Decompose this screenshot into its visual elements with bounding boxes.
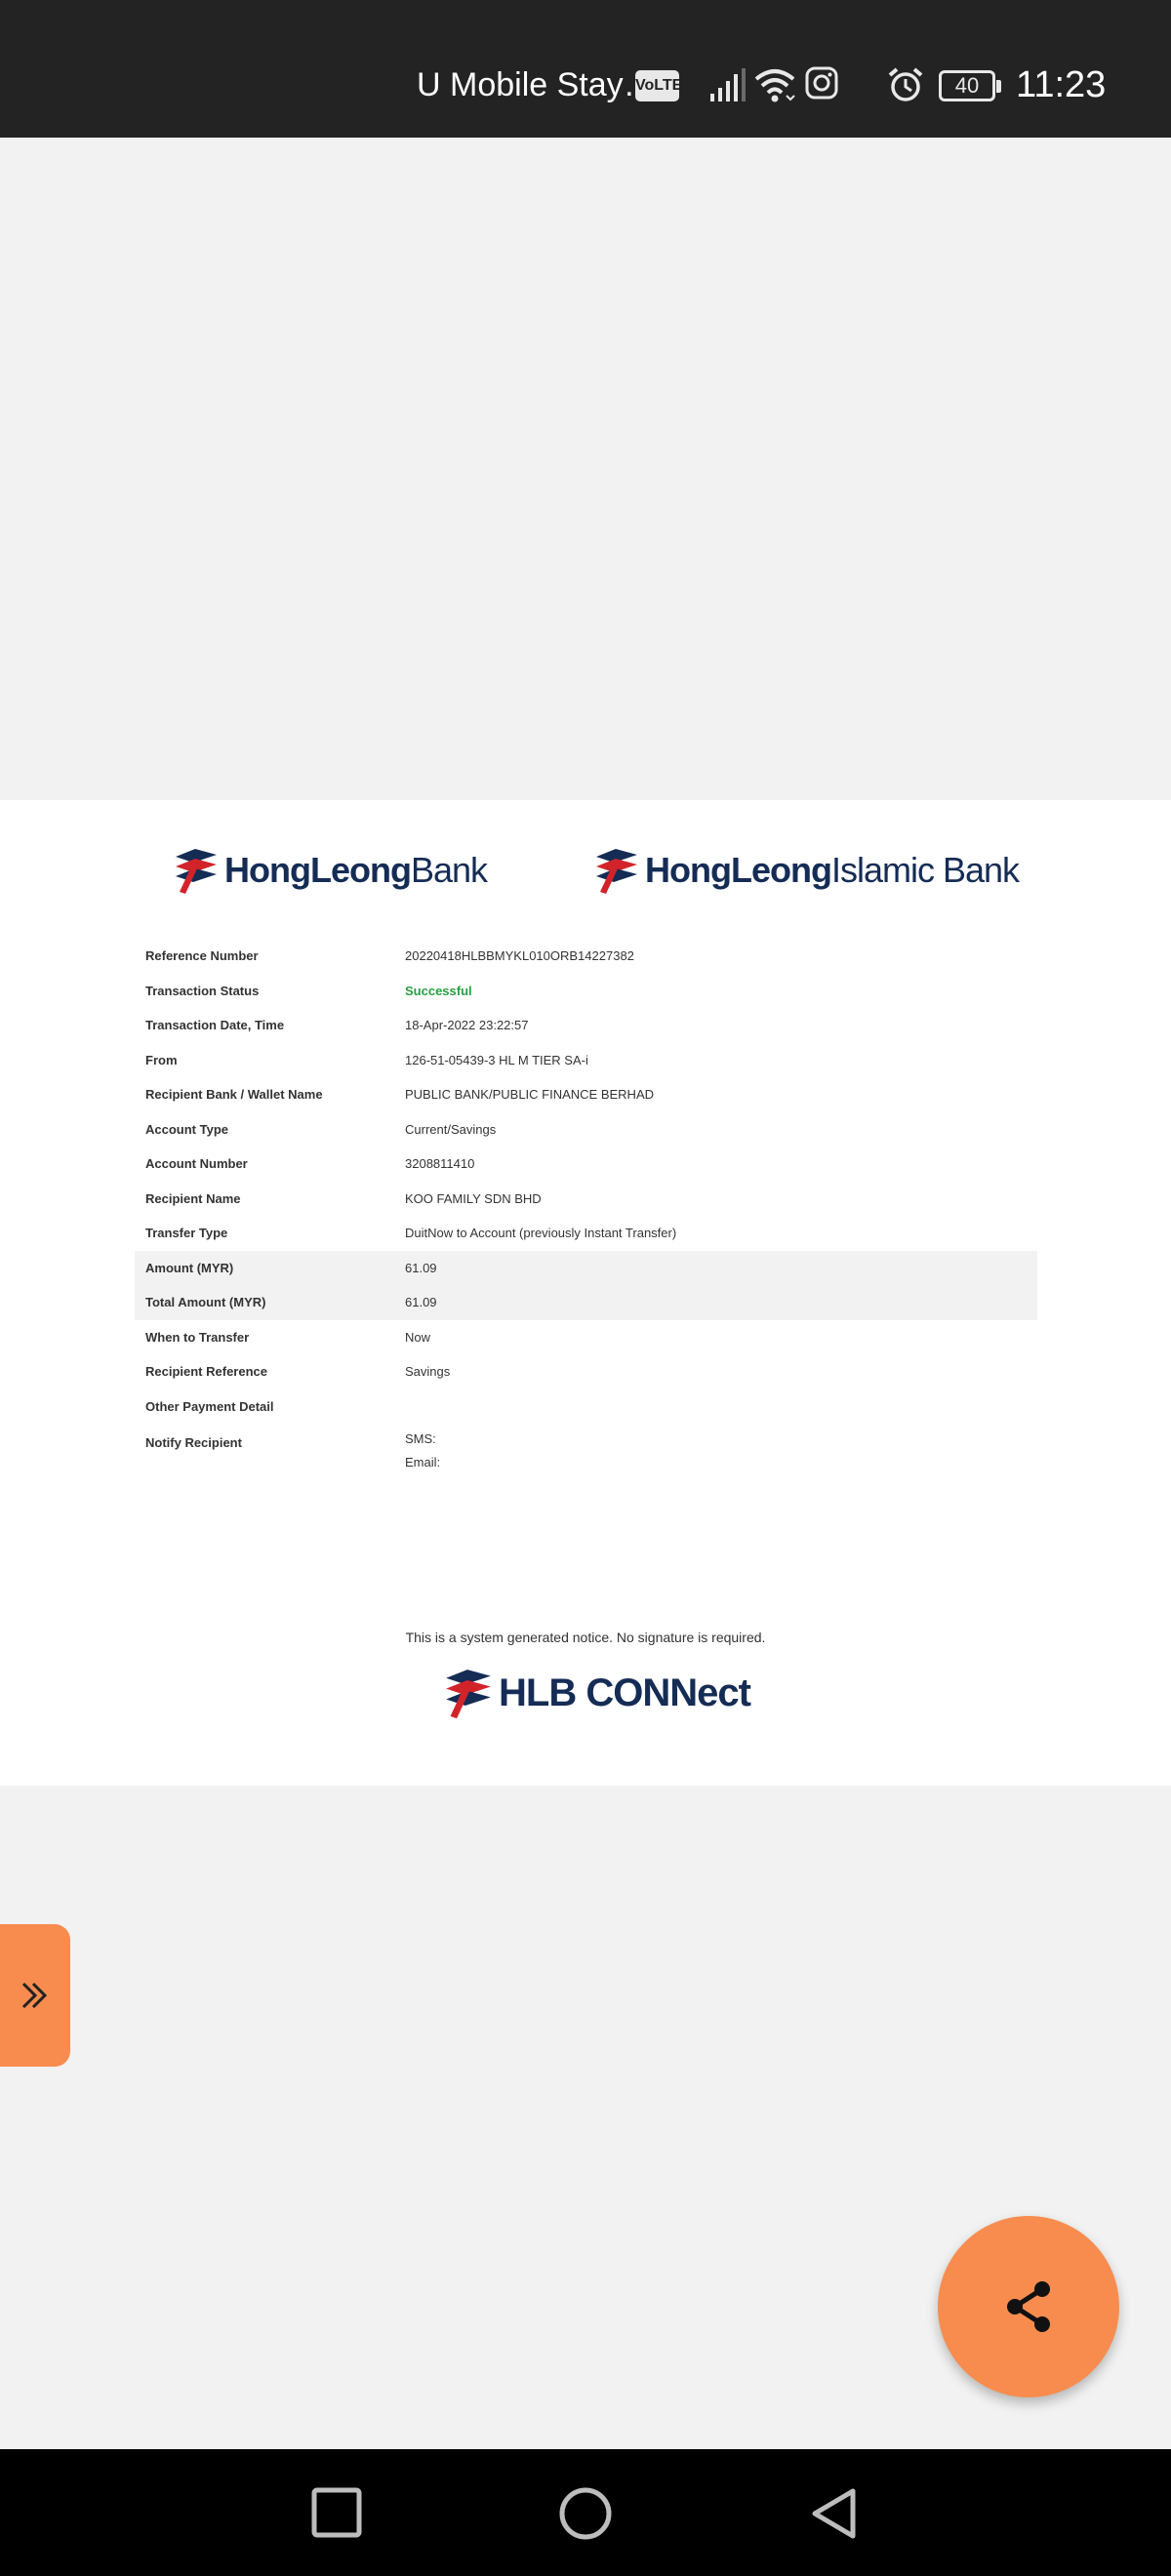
detail-label: Amount (MYR) bbox=[145, 1260, 234, 1275]
detail-label: Transaction Status bbox=[145, 983, 260, 998]
status-bar: U Mobile Stay… VoLTE 40 11:23 bbox=[0, 0, 1171, 138]
detail-label: Account Number bbox=[145, 1156, 248, 1172]
detail-value: Current/Savings bbox=[405, 1121, 497, 1137]
detail-row-transfer-type: Transfer Type DuitNow to Account (previo… bbox=[135, 1216, 1037, 1251]
system-notice: This is a system generated notice. No si… bbox=[405, 1630, 766, 1645]
hong-leong-mark-icon bbox=[446, 1670, 491, 1719]
detail-row-other-payment-detail: Other Payment Detail bbox=[135, 1389, 1037, 1425]
detail-value: PUBLIC BANK/PUBLIC FINANCE BERHAD bbox=[405, 1087, 655, 1103]
hlib-brand-bold: HongLeong bbox=[645, 850, 832, 890]
detail-value: 126-51-05439-3 HL M TIER SA-i bbox=[405, 1052, 588, 1067]
detail-label: Transaction Date, Time bbox=[145, 1018, 285, 1033]
detail-row-from: From 126-51-05439-3 HL M TIER SA-i bbox=[135, 1043, 1037, 1078]
detail-row-recipient-name: Recipient Name KOO FAMILY SDN BHD bbox=[135, 1182, 1037, 1217]
detail-row-account-number: Account Number 3208811410 bbox=[135, 1147, 1037, 1182]
alarm-icon bbox=[888, 67, 923, 101]
detail-value: 61.09 bbox=[405, 1295, 437, 1310]
notify-sms: SMS: bbox=[405, 1431, 436, 1446]
detail-row-when-to-transfer: When to Transfer Now bbox=[135, 1320, 1037, 1355]
detail-label: Other Payment Detail bbox=[145, 1398, 274, 1414]
detail-label: Account Type bbox=[145, 1121, 228, 1137]
hong-leong-islamic-bank-logo: HongLeong Islamic Bank bbox=[594, 847, 1020, 894]
detail-label: Reference Number bbox=[145, 948, 259, 964]
share-icon bbox=[1007, 2281, 1050, 2332]
detail-label: Recipient Name bbox=[145, 1190, 241, 1206]
double-chevron-right-icon bbox=[21, 1982, 48, 2009]
detail-row-total-amount: Total Amount (MYR) 61.09 bbox=[135, 1285, 1037, 1320]
hlb-connect-wordmark: HLB CONNect bbox=[499, 1670, 751, 1714]
battery-icon: 40 bbox=[939, 70, 1001, 101]
hlib-brand-regular: Islamic Bank bbox=[830, 850, 1020, 890]
detail-value: KOO FAMILY SDN BHD bbox=[405, 1190, 542, 1206]
hlb-brand-regular: Bank bbox=[410, 850, 488, 890]
hlb-brand-bold: HongLeong bbox=[224, 850, 412, 890]
side-panel-toggle[interactable] bbox=[0, 1924, 70, 2067]
detail-row-notify-recipient: Notify Recipient SMS: Email: bbox=[135, 1424, 1037, 1478]
wifi-icon bbox=[754, 69, 795, 102]
home-icon[interactable] bbox=[558, 2486, 613, 2541]
status-badge: Successful bbox=[405, 983, 472, 998]
detail-label: From bbox=[145, 1052, 178, 1067]
detail-row-reference-number: Reference Number 20220418HLBBMYKL010ORB1… bbox=[135, 939, 1037, 974]
detail-row-recipient-reference: Recipient Reference Savings bbox=[135, 1354, 1037, 1389]
detail-value: SMS: Email: bbox=[405, 1428, 440, 1474]
detail-value: Now bbox=[405, 1329, 431, 1345]
detail-value: 18-Apr-2022 23:22:57 bbox=[405, 1018, 529, 1033]
clock-time: 11:23 bbox=[1016, 64, 1107, 105]
carrier-name: U Mobile Stay… bbox=[417, 66, 657, 103]
detail-label: Total Amount (MYR) bbox=[145, 1295, 266, 1310]
detail-row-date-time: Transaction Date, Time 18-Apr-2022 23:22… bbox=[135, 1008, 1037, 1043]
hong-leong-mark-icon bbox=[596, 849, 637, 894]
detail-label: When to Transfer bbox=[145, 1329, 250, 1345]
detail-value: Savings bbox=[405, 1364, 451, 1380]
detail-value: DuitNow to Account (previously Instant T… bbox=[405, 1226, 677, 1241]
signal-icon bbox=[710, 68, 746, 101]
notify-email: Email: bbox=[405, 1455, 441, 1469]
detail-label: Notify Recipient bbox=[145, 1435, 242, 1450]
detail-label: Transfer Type bbox=[145, 1226, 228, 1241]
detail-row-account-type: Account Type Current/Savings bbox=[135, 1112, 1037, 1147]
share-button[interactable] bbox=[938, 2216, 1119, 2397]
back-icon[interactable] bbox=[808, 2486, 861, 2541]
volte-icon: VoLTE bbox=[635, 70, 682, 101]
recents-icon[interactable] bbox=[310, 2486, 363, 2539]
detail-row-amount: Amount (MYR) 61.09 bbox=[135, 1250, 1037, 1285]
detail-label: Recipient Reference bbox=[145, 1364, 267, 1380]
instagram-icon bbox=[805, 66, 838, 100]
detail-value: 3208811410 bbox=[405, 1156, 475, 1172]
detail-row-transaction-status: Transaction Status Successful bbox=[135, 974, 1037, 1009]
hong-leong-mark-icon bbox=[176, 849, 217, 894]
detail-row-recipient-bank: Recipient Bank / Wallet Name PUBLIC BANK… bbox=[135, 1077, 1037, 1112]
hong-leong-bank-logo: HongLeong Bank bbox=[174, 847, 488, 894]
hlb-connect-logo: HLB CONNect bbox=[444, 1667, 751, 1719]
system-navigation-bar bbox=[0, 2449, 1171, 2576]
transaction-details-table: Reference Number 20220418HLBBMYKL010ORB1… bbox=[135, 939, 1037, 1478]
transaction-receipt: HongLeong Bank HongLeong Islamic Bank Re… bbox=[0, 800, 1171, 1786]
detail-value: 20220418HLBBMYKL010ORB14227382 bbox=[405, 948, 634, 964]
detail-value: 61.09 bbox=[405, 1260, 437, 1275]
detail-label: Recipient Bank / Wallet Name bbox=[145, 1087, 323, 1103]
